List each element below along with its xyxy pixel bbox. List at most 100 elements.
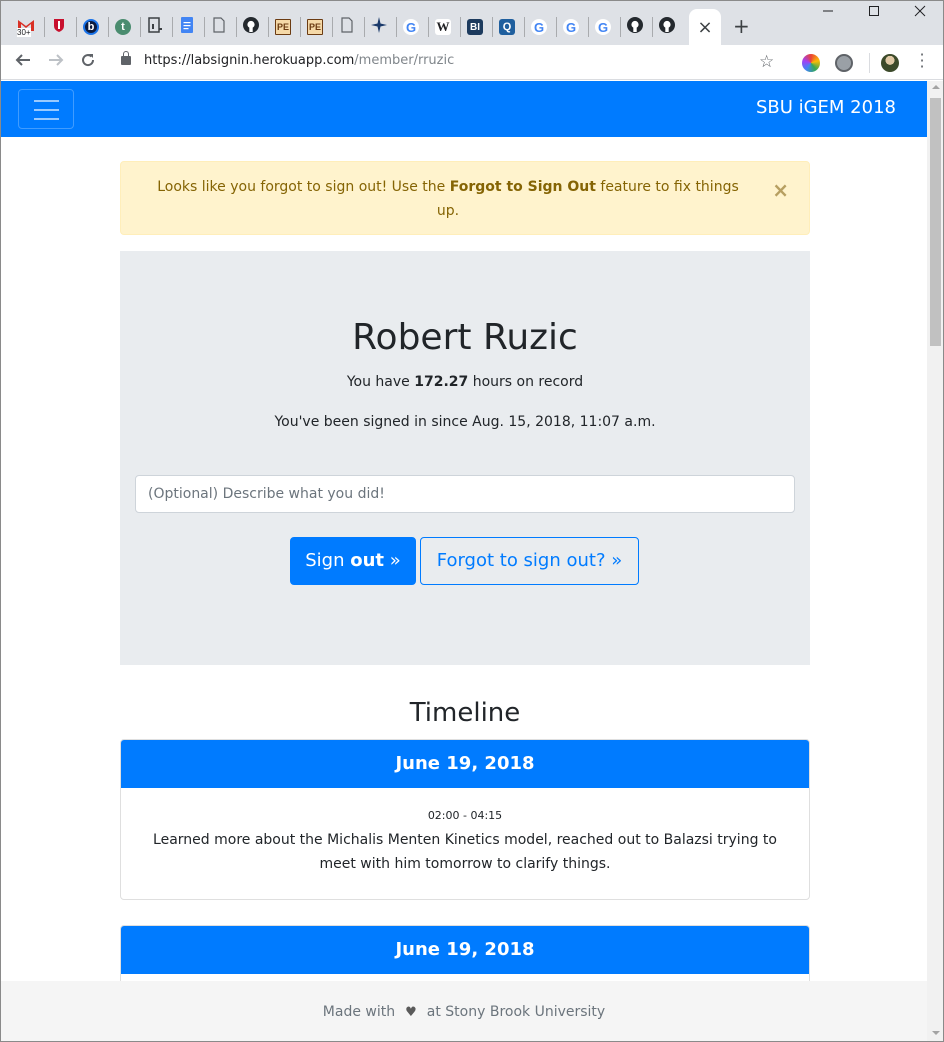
tab-active[interactable]: × [689, 9, 721, 45]
navbar-brand[interactable]: SBU iGEM 2018 [756, 97, 896, 118]
page-viewport: SBU iGEM 2018 Looks like you forgot to s… [1, 81, 927, 1041]
tab-pe-1[interactable]: PE [267, 9, 299, 45]
lock-icon[interactable] [121, 51, 131, 65]
reload-button[interactable] [77, 51, 99, 73]
url-host: https://labsignin.herokuapp.com [144, 53, 355, 68]
signout-prefix: Sign [305, 550, 351, 571]
hours-value: 172.27 [414, 374, 469, 390]
color-wheel-extension-icon[interactable] [802, 54, 820, 72]
heart-icon: ♥ [405, 1005, 417, 1020]
hours-on-record: You have 172.27 hours on record [120, 374, 810, 390]
bi-icon: BI [467, 19, 483, 35]
maximize-button[interactable] [859, 5, 889, 21]
google-icon: G [403, 19, 419, 35]
doc-chart-icon [147, 17, 163, 37]
pe-icon: PE [307, 19, 323, 35]
tab-blank[interactable] [203, 9, 235, 45]
forgot-signout-alert: Looks like you forgot to sign out! Use t… [120, 161, 810, 235]
timeline-entry-text: Learned more about the Michalis Menten K… [153, 832, 777, 872]
bookmark-star-icon[interactable]: ☆ [759, 52, 774, 72]
tab-google-docs[interactable] [171, 9, 203, 45]
close-tab-icon[interactable]: × [697, 17, 712, 38]
profile-avatar[interactable] [881, 54, 899, 72]
tab-github-2[interactable] [619, 9, 651, 45]
signout-suffix: » [384, 550, 401, 571]
tab-google-2[interactable]: G [523, 9, 555, 45]
pe-icon: PE [275, 19, 291, 35]
github-icon [627, 17, 643, 37]
scroll-down-arrow-icon[interactable] [932, 1031, 940, 1035]
github-icon [243, 17, 259, 37]
gmail-icon: 30+ [17, 18, 35, 37]
google-docs-icon [179, 17, 195, 37]
alert-close-button[interactable]: × [772, 178, 789, 202]
back-arrow-icon [15, 54, 30, 66]
forward-button[interactable] [45, 51, 67, 73]
tab-github-3[interactable] [651, 9, 683, 45]
tab-strip: 30+ b t PE PE G W BI Q G G G × + [1, 1, 943, 45]
extension-icon[interactable] [835, 54, 853, 72]
hours-suffix: hours on record [468, 374, 584, 390]
tab-sparkle[interactable] [363, 9, 395, 45]
browser-window: 30+ b t PE PE G W BI Q G G G × + https:/… [0, 0, 944, 1042]
sign-out-button[interactable]: Sign out » [290, 537, 416, 585]
tab-google-1[interactable]: G [395, 9, 427, 45]
minimize-button[interactable] [813, 5, 843, 21]
tab-badge: 30+ [17, 28, 31, 37]
google-icon: G [595, 19, 611, 35]
navbar-toggle-button[interactable] [18, 89, 74, 129]
q-icon: Q [499, 19, 515, 35]
footer-suffix: at Stony Brook University [426, 1004, 606, 1020]
member-jumbotron: Robert Ruzic You have 172.27 hours on re… [120, 251, 810, 665]
site-navbar: SBU iGEM 2018 [1, 81, 927, 137]
tab-google-4[interactable]: G [587, 9, 619, 45]
address-bar[interactable]: https://labsignin.herokuapp.com/member/r… [144, 53, 454, 68]
tab-blank-2[interactable] [331, 9, 363, 45]
blank-page-icon [211, 17, 227, 37]
tab-wikipedia[interactable]: W [427, 9, 459, 45]
browser-toolbar: https://labsignin.herokuapp.com/member/r… [1, 45, 943, 80]
close-window-button[interactable] [905, 5, 935, 21]
footer-prefix: Made with [322, 1004, 396, 1020]
sparkle-icon [371, 17, 387, 37]
forward-arrow-icon [49, 54, 64, 66]
tab-github[interactable] [235, 9, 267, 45]
tab-doc-chart[interactable] [139, 9, 171, 45]
timeline-entry-time: 02:00 - 04:15 [427, 809, 503, 822]
description-input[interactable] [135, 475, 795, 513]
blank-page-icon [339, 17, 355, 37]
site-footer: Made with ♥ at Stony Brook University [1, 981, 927, 1041]
b-circle-icon: b [83, 19, 99, 35]
tab-bi[interactable]: BI [459, 9, 491, 45]
url-path: /member/rruzic [354, 53, 455, 68]
tab-gmail[interactable]: 30+ [10, 9, 42, 45]
timeline-heading: Timeline [409, 698, 521, 728]
timeline-entry-date: June 19, 2018 [121, 740, 809, 788]
t-circle-icon: t [115, 19, 131, 35]
back-button[interactable] [12, 51, 34, 73]
hours-prefix: You have [346, 374, 415, 390]
alert-text-before: Looks like you forgot to sign out! Use t… [157, 179, 450, 195]
signout-bold: out [350, 550, 385, 571]
forgot-to-sign-out-button[interactable]: Forgot to sign out? » [420, 537, 639, 585]
member-name: Robert Ruzic [352, 317, 578, 358]
tab-t[interactable]: t [107, 9, 139, 45]
alert-text-bold: Forgot to Sign Out [449, 179, 596, 195]
github-icon [659, 17, 675, 37]
reload-icon [82, 54, 95, 67]
new-tab-button[interactable]: + [733, 15, 750, 37]
google-icon: G [531, 19, 547, 35]
shield-icon [51, 17, 67, 37]
signed-in-since: You've been signed in since Aug. 15, 201… [274, 414, 656, 430]
timeline-entry-date: June 19, 2018 [121, 926, 809, 974]
tab-shield[interactable] [43, 9, 75, 45]
scroll-up-arrow-icon[interactable] [932, 85, 940, 89]
tab-google-3[interactable]: G [555, 9, 587, 45]
google-icon: G [563, 19, 579, 35]
tab-b[interactable]: b [75, 9, 107, 45]
timeline-entry: June 19, 2018 02:00 - 04:15 Learned more… [120, 739, 810, 900]
scrollbar-thumb[interactable] [930, 98, 941, 346]
tab-q[interactable]: Q [491, 9, 523, 45]
tab-pe-2[interactable]: PE [299, 9, 331, 45]
browser-menu-icon[interactable]: · · · [917, 47, 927, 75]
